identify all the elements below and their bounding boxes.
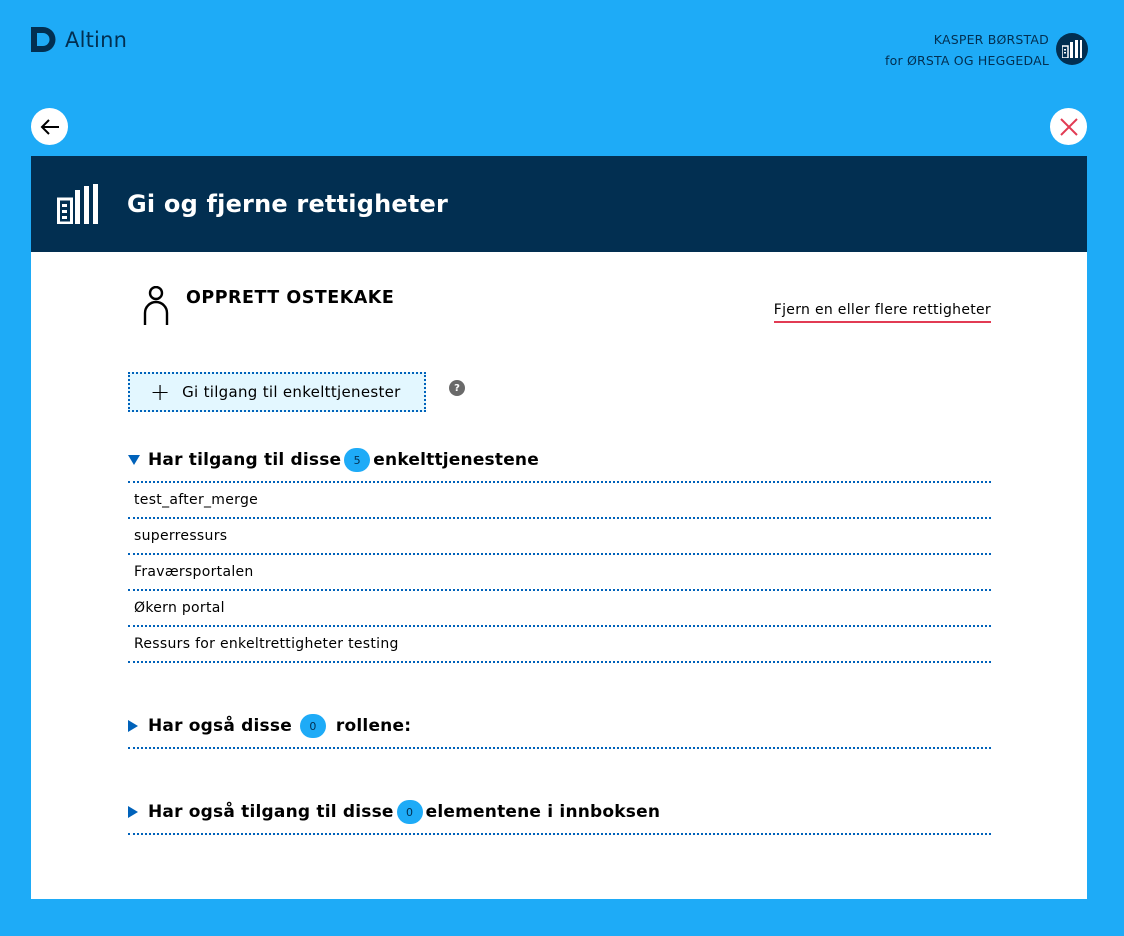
section-prefix: Har tilgang til disse <box>148 450 342 470</box>
user-info[interactable]: KASPER BØRSTAD for ØRSTA OG HEGGEDAL <box>885 29 1049 71</box>
modal-title: Gi og fjerne rettigheter <box>127 190 449 218</box>
caret-right-icon <box>128 806 140 818</box>
altinn-logo-icon <box>31 27 56 52</box>
logo-text: Altinn <box>65 27 128 52</box>
building-icon <box>1062 40 1082 58</box>
roles-section-toggle[interactable]: Har også disse 0 rollene: <box>128 714 991 738</box>
remove-rights-link[interactable]: Fjern en eller flere rettigheter <box>773 302 991 323</box>
divider <box>128 517 991 519</box>
person-icon <box>143 286 169 325</box>
section-prefix: Har også disse <box>148 716 292 736</box>
back-button[interactable] <box>31 108 68 145</box>
list-item[interactable]: Ressurs for enkeltrettigheter testing <box>134 636 399 652</box>
close-button[interactable] <box>1050 108 1087 145</box>
plus-icon: + <box>150 378 171 406</box>
building-icon <box>57 184 98 224</box>
section-prefix: Har også tilgang til disse <box>148 802 394 822</box>
divider <box>128 625 991 627</box>
section-suffix: enkelttjenestene <box>373 450 539 470</box>
section-suffix: elementene i innboksen <box>425 802 661 822</box>
divider <box>128 589 991 591</box>
list-item[interactable]: Økern portal <box>134 600 225 616</box>
user-name: KASPER BØRSTAD <box>933 32 1049 47</box>
list-item[interactable]: superressurs <box>134 528 227 544</box>
divider <box>128 833 991 835</box>
person-name: OPPRETT OSTEKAKE <box>186 288 395 308</box>
rights-modal: Gi og fjerne rettigheter OPPRETT OSTEKAK… <box>31 156 1087 899</box>
modal-header: Gi og fjerne rettigheter <box>31 156 1087 252</box>
person-row: OPPRETT OSTEKAKE <box>142 286 394 326</box>
divider <box>128 661 991 663</box>
list-item[interactable]: test_after_merge <box>134 492 258 508</box>
arrow-left-icon <box>40 118 59 135</box>
count-badge: 0 <box>396 800 423 824</box>
count-badge: 5 <box>344 448 371 472</box>
section-suffix: rollene: <box>335 716 412 736</box>
user-avatar[interactable] <box>1056 33 1088 65</box>
divider <box>128 553 991 555</box>
divider <box>128 481 991 483</box>
caret-right-icon <box>128 720 140 732</box>
add-service-access-label: Gi tilgang til enkelttjenester <box>182 383 401 401</box>
caret-down-icon <box>128 455 140 465</box>
services-section-toggle[interactable]: Har tilgang til disse 5 enkelttjenestene <box>128 448 991 472</box>
count-badge: 0 <box>299 714 326 738</box>
close-icon <box>1059 117 1078 136</box>
user-organization: for ØRSTA OG HEGGEDAL <box>885 53 1049 68</box>
divider <box>128 747 991 749</box>
inbox-section-toggle[interactable]: Har også tilgang til disse 0 elementene … <box>128 800 991 824</box>
altinn-logo[interactable]: Altinn <box>31 27 127 52</box>
list-item[interactable]: Fraværsportalen <box>134 564 254 580</box>
add-service-access-button[interactable]: + Gi tilgang til enkelttjenester <box>128 372 426 412</box>
help-icon[interactable]: ? <box>449 380 465 396</box>
